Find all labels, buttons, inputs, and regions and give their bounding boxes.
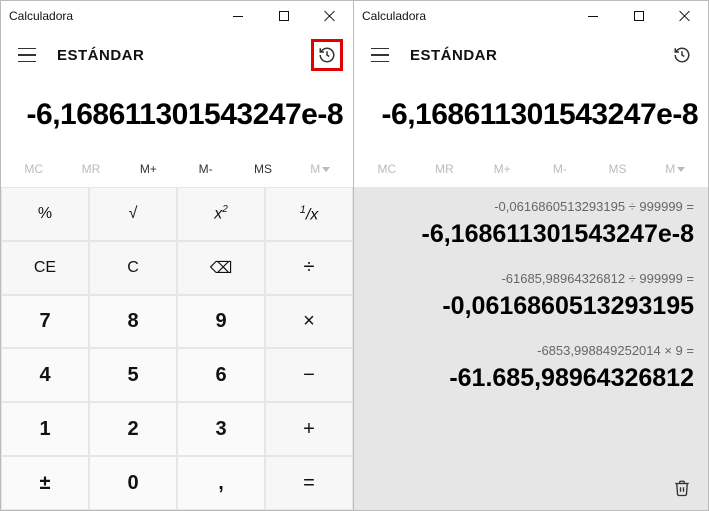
history-expression: -6853,998849252014 × 9 = — [368, 343, 694, 358]
key-4[interactable]: 4 — [2, 349, 88, 401]
history-icon — [318, 46, 336, 64]
key-2[interactable]: 2 — [90, 403, 176, 455]
memory-minus[interactable]: M- — [531, 162, 589, 176]
window-title: Calculadora — [9, 9, 73, 23]
history-entry[interactable]: -61685,98964326812 ÷ 999999 = -0,0616860… — [368, 271, 694, 321]
close-icon — [679, 10, 691, 22]
close-icon — [324, 10, 336, 22]
header: ESTÁNDAR — [354, 31, 708, 79]
calculator-right: Calculadora ESTÁNDAR -6,168611301543247e… — [354, 0, 709, 511]
add-key[interactable]: + — [266, 403, 352, 455]
menu-button[interactable] — [364, 39, 396, 71]
header: ESTÁNDAR — [1, 31, 353, 79]
window-title: Calculadora — [362, 9, 426, 23]
memory-row: MC MR M+ M- MS M — [354, 151, 708, 187]
history-button[interactable] — [666, 39, 698, 71]
maximize-icon — [279, 11, 289, 21]
decimal-key[interactable]: , — [178, 457, 264, 509]
square-key[interactable]: x2 — [178, 188, 264, 240]
memory-plus[interactable]: M+ — [120, 162, 177, 176]
minimize-button[interactable] — [570, 1, 616, 31]
memory-clear[interactable]: MC — [358, 162, 416, 176]
maximize-button[interactable] — [261, 1, 307, 31]
percent-key[interactable]: % — [2, 188, 88, 240]
history-area: -0,0616860513293195 ÷ 999999 = -6,168611… — [354, 187, 708, 510]
maximize-button[interactable] — [616, 1, 662, 31]
titlebar: Calculadora — [354, 1, 708, 31]
key-8[interactable]: 8 — [90, 296, 176, 348]
ce-key[interactable]: CE — [2, 242, 88, 294]
history-entry[interactable]: -6853,998849252014 × 9 = -61.685,9896432… — [368, 343, 694, 393]
memory-plus[interactable]: M+ — [473, 162, 531, 176]
menu-button[interactable] — [11, 39, 43, 71]
backspace-key[interactable]: ⌫ — [178, 242, 264, 294]
minimize-button[interactable] — [215, 1, 261, 31]
equals-key[interactable]: = — [266, 457, 352, 509]
mode-label: ESTÁNDAR — [57, 47, 144, 64]
divide-key[interactable]: ÷ — [266, 242, 352, 294]
memory-recall[interactable]: MR — [416, 162, 474, 176]
square-label: x2 — [214, 204, 228, 223]
key-9[interactable]: 9 — [178, 296, 264, 348]
key-3[interactable]: 3 — [178, 403, 264, 455]
memory-row: MC MR M+ M- MS M — [1, 151, 353, 187]
display: -6,168611301543247e-8 — [1, 79, 353, 151]
history-button[interactable] — [311, 39, 343, 71]
memory-store[interactable]: MS — [234, 162, 291, 176]
clear-history-button[interactable] — [670, 476, 694, 500]
keypad: % √ x2 1/x CE C ⌫ ÷ 7 8 9 × 4 5 6 − 1 2 … — [1, 187, 353, 510]
reciprocal-label: 1/x — [300, 204, 319, 224]
key-1[interactable]: 1 — [2, 403, 88, 455]
minimize-icon — [233, 16, 243, 17]
subtract-key[interactable]: − — [266, 349, 352, 401]
trash-icon — [673, 478, 691, 498]
multiply-key[interactable]: × — [266, 296, 352, 348]
maximize-icon — [634, 11, 644, 21]
display-value: -6,168611301543247e-8 — [27, 98, 343, 132]
history-expression: -61685,98964326812 ÷ 999999 = — [368, 271, 694, 286]
memory-dropdown[interactable]: M — [646, 162, 704, 176]
minimize-icon — [588, 16, 598, 17]
key-0[interactable]: 0 — [90, 457, 176, 509]
memory-minus[interactable]: M- — [177, 162, 234, 176]
memory-clear[interactable]: MC — [5, 162, 62, 176]
key-6[interactable]: 6 — [178, 349, 264, 401]
titlebar: Calculadora — [1, 1, 353, 31]
history-entry[interactable]: -0,0616860513293195 ÷ 999999 = -6,168611… — [368, 199, 694, 249]
memory-dropdown[interactable]: M — [292, 162, 349, 176]
calculator-left: Calculadora ESTÁNDAR -6,168611301543247e… — [0, 0, 354, 511]
close-button[interactable] — [662, 1, 708, 31]
close-button[interactable] — [307, 1, 353, 31]
key-5[interactable]: 5 — [90, 349, 176, 401]
negate-key[interactable]: ± — [2, 457, 88, 509]
memory-recall[interactable]: MR — [62, 162, 119, 176]
history-expression: -0,0616860513293195 ÷ 999999 = — [368, 199, 694, 214]
memory-store[interactable]: MS — [589, 162, 647, 176]
sqrt-key[interactable]: √ — [90, 188, 176, 240]
history-result: -61.685,98964326812 — [368, 364, 694, 393]
reciprocal-key[interactable]: 1/x — [266, 188, 352, 240]
window-controls — [570, 1, 708, 31]
history-result: -0,0616860513293195 — [368, 292, 694, 321]
history-result: -6,168611301543247e-8 — [368, 220, 694, 249]
display-value: -6,168611301543247e-8 — [382, 98, 698, 132]
window-controls — [215, 1, 353, 31]
history-icon — [673, 46, 691, 64]
mode-label: ESTÁNDAR — [410, 47, 497, 64]
c-key[interactable]: C — [90, 242, 176, 294]
key-7[interactable]: 7 — [2, 296, 88, 348]
display: -6,168611301543247e-8 — [354, 79, 708, 151]
